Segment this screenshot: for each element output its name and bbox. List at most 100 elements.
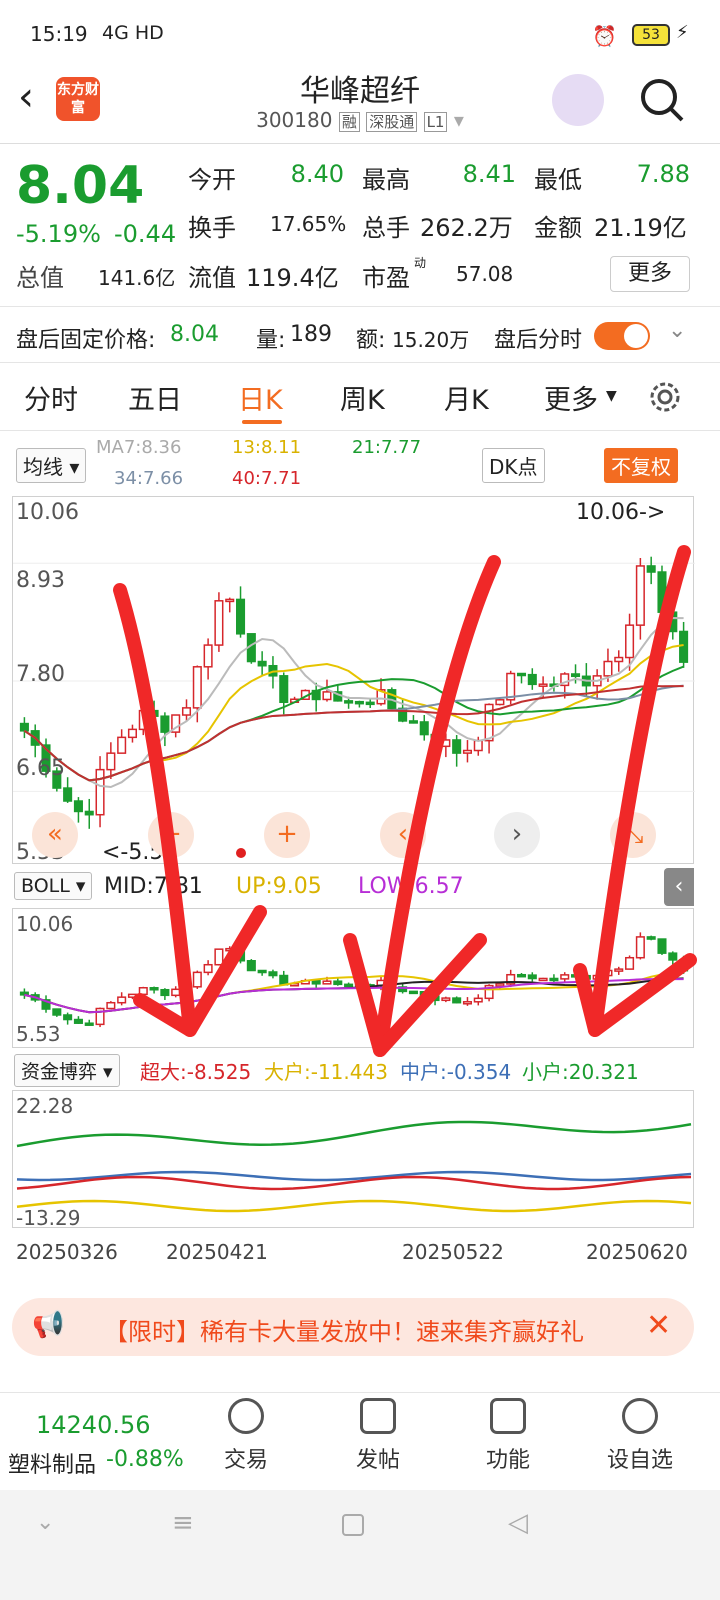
high-value: 8.41 [462, 160, 516, 188]
status-bar: 15:19 4G HD ⏰ 53 ⚡ [0, 0, 720, 60]
tab-five-day[interactable]: 五日 [128, 378, 182, 417]
alarm-icon: ⏰ [592, 24, 617, 48]
afterhours-amt-label: 额: [356, 328, 386, 353]
promo-banner[interactable]: 📢 【限时】稀有卡大量发放中！速来集齐赢好礼 ✕ [12, 1298, 694, 1356]
status-time: 15:19 [30, 22, 88, 46]
more-button[interactable]: 更多 [610, 256, 690, 292]
afterhours-toggle-label: 盘后分时 [494, 328, 583, 353]
nav-back-icon[interactable]: ◁ [508, 1508, 528, 1538]
fund-chart[interactable] [12, 1090, 694, 1228]
ma7-label: MA7:8.36 [96, 437, 182, 458]
dk-point-button[interactable]: DK点 [482, 448, 545, 483]
chevron-down-icon[interactable]: ⌄ [668, 318, 686, 343]
divider [0, 306, 720, 307]
pe-sup: 动 [414, 256, 427, 270]
stock-name: 华峰超纤 [300, 74, 420, 109]
tab-minute[interactable]: 分时 [24, 378, 78, 417]
stock-code: 300180 [256, 108, 333, 132]
afterhours-vol-label: 量: [256, 328, 286, 353]
grid-icon [490, 1398, 526, 1434]
fund-line [16, 1199, 692, 1213]
mktcap-label: 总值 [16, 264, 64, 292]
robot-avatar-icon[interactable] [552, 74, 604, 126]
kline-max-marker: 10.06-> [576, 500, 666, 525]
battery-icon: 53 [632, 24, 670, 46]
settings-gear-icon[interactable] [646, 378, 684, 416]
sector-name: 塑料制品 [8, 1453, 97, 1478]
low-label: 最低 [534, 166, 582, 194]
kline-ymax: 10.06 [16, 500, 79, 525]
search-icon[interactable] [638, 76, 686, 124]
ma13-label: 13:8.11 [232, 437, 302, 458]
pe-label: 市盈 [362, 264, 410, 292]
afterhours-vol: 189 [290, 322, 332, 347]
date-tick: 20250326 [16, 1240, 118, 1264]
ma21-label: 21:7.77 [352, 437, 422, 458]
nav-down-icon[interactable]: ⌄ [36, 1510, 54, 1535]
network-indicator: 4G HD [102, 22, 164, 44]
open-value: 8.40 [290, 160, 344, 188]
post-label: 发帖 [355, 1448, 400, 1473]
tab-more[interactable]: 更多 [544, 378, 598, 417]
afterhours-price: 8.04 [170, 322, 219, 347]
megaphone-icon: 📢 [32, 1310, 65, 1340]
fund-line [16, 1120, 692, 1148]
function-button[interactable]: 功能 [458, 1398, 558, 1474]
price-pct: -5.19% [16, 220, 101, 248]
edit-icon [360, 1398, 396, 1434]
tab-daily-k[interactable]: 日K [238, 378, 283, 417]
index-value[interactable]: 14240.56 [36, 1411, 151, 1439]
divider [0, 430, 720, 431]
sector-pct: -0.88% [106, 1447, 184, 1472]
tag-rong: 融 [338, 112, 360, 132]
tab-weekly-k[interactable]: 周K [340, 378, 385, 417]
tab-monthly-k[interactable]: 月K [444, 378, 489, 417]
stock-code-row: 300180 融 深股通 L1 ▾ [0, 108, 720, 132]
amount-label: 金额 [534, 214, 582, 242]
divider [0, 362, 720, 363]
afterhours-amt: 15.20万 [392, 328, 470, 352]
fuquan-button[interactable]: 不复权 [604, 448, 678, 483]
tab-active-underline [242, 420, 282, 424]
float-value: 119.4亿 [246, 264, 339, 292]
amount-value: 21.19亿 [594, 214, 687, 242]
turnover-label: 换手 [188, 214, 236, 242]
volume-value: 262.2万 [420, 214, 513, 242]
mktcap-value: 141.6亿 [98, 266, 176, 290]
high-label: 最高 [362, 166, 410, 194]
nav-menu-icon[interactable]: ≡ [172, 1508, 194, 1538]
trade-button[interactable]: 交易 [196, 1398, 296, 1474]
top-nav: ‹ 东方财富 华峰超纤 300180 融 深股通 L1 ▾ [0, 60, 720, 144]
dropdown-icon[interactable]: ▾ [454, 108, 464, 132]
system-nav-bar: ⌄ ≡ ◁ [0, 1490, 720, 1600]
open-label: 今开 [188, 166, 236, 194]
tag-l1: L1 [423, 112, 448, 132]
annotation-arrows [113, 545, 697, 1057]
charging-icon: ⚡ [676, 22, 689, 43]
low-value: 7.88 [636, 160, 690, 188]
yen-icon [228, 1398, 264, 1434]
afterhours-toggle[interactable] [594, 322, 650, 350]
indicator-select[interactable]: 均线 ▾ [16, 448, 87, 483]
post-button[interactable]: 发帖 [328, 1398, 428, 1474]
favorite-label: 设自选 [606, 1448, 673, 1473]
date-tick: 20250522 [402, 1240, 504, 1264]
last-price: 8.04 [16, 156, 145, 216]
volume-label: 总手 [362, 214, 410, 242]
trade-label: 交易 [223, 1448, 268, 1473]
indicator-label: 均线 [23, 455, 63, 479]
date-tick: 20250421 [166, 1240, 268, 1264]
ma34-label: 34:7.66 [114, 468, 184, 489]
ma40-label: 40:7.71 [232, 468, 302, 489]
banner-text: 【限时】稀有卡大量发放中！速来集齐赢好礼 [104, 1318, 584, 1346]
nav-home-icon[interactable] [342, 1514, 364, 1536]
function-label: 功能 [485, 1448, 530, 1473]
banner-close-icon[interactable]: ✕ [646, 1308, 671, 1343]
price-change: -0.44 [114, 220, 177, 248]
tab-more-caret-icon: ▼ [606, 388, 617, 404]
float-label: 流值 [188, 264, 236, 292]
more-dots-icon [622, 1398, 658, 1434]
fund-ymax: 22.28 [16, 1094, 74, 1118]
turnover-value: 17.65% [270, 212, 347, 236]
add-favorite-button[interactable]: 设自选 [590, 1398, 690, 1474]
